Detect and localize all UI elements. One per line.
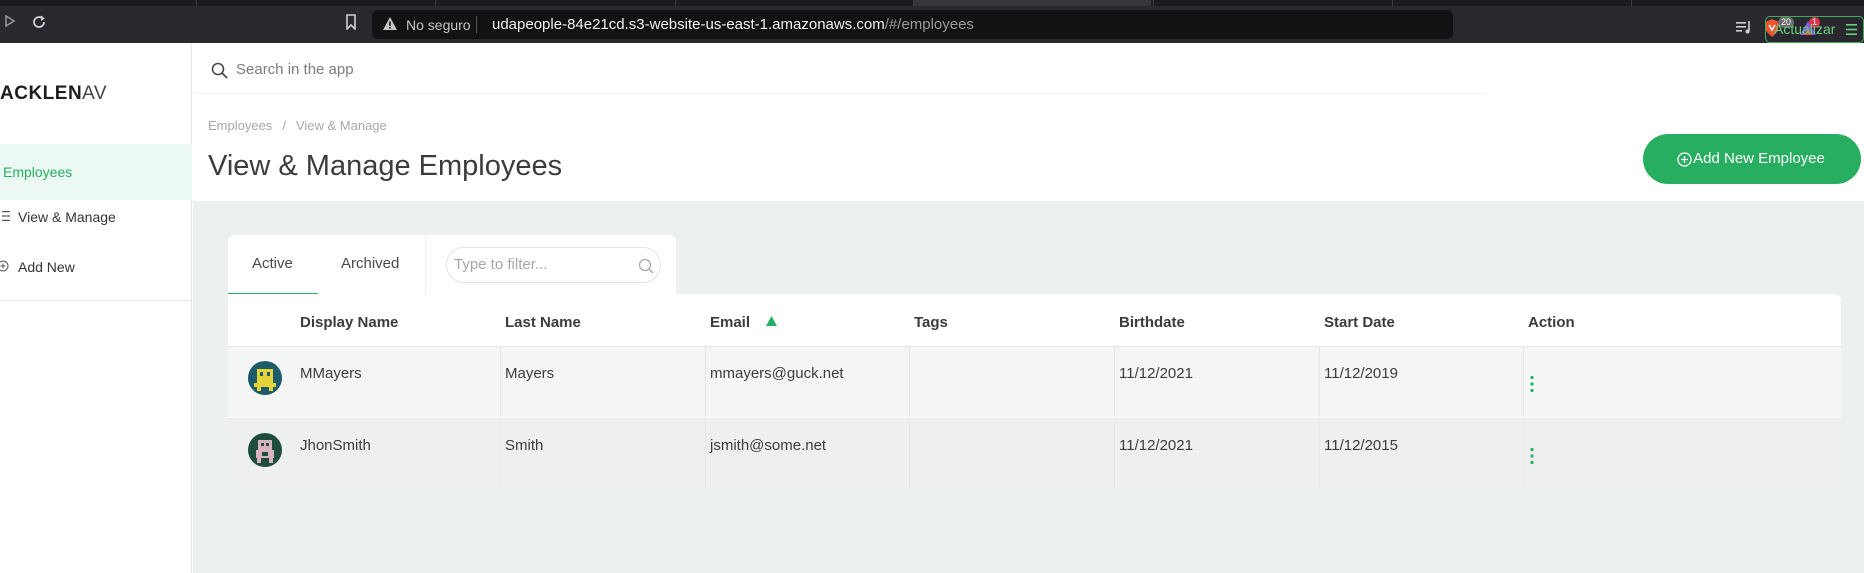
update-button[interactable]: Actualizar [1765, 16, 1864, 43]
column-separator [1523, 347, 1524, 417]
forward-icon[interactable] [0, 14, 20, 34]
url-separator [476, 16, 477, 33]
cell-birthdate: 11/12/2021 [1119, 437, 1193, 454]
column-separator [1523, 419, 1524, 489]
warning-icon[interactable] [382, 16, 398, 32]
insecure-label: No seguro [406, 17, 471, 33]
search-input[interactable]: Search in the app [236, 61, 354, 78]
column-separator [705, 419, 706, 489]
logo: ACKLENAV [0, 83, 108, 104]
sidebar-item-label: Add New [18, 259, 75, 275]
app-search[interactable]: Search in the app [193, 43, 1483, 94]
url-text: udapeople-84e21cd.s3-website-us-east-1.a… [492, 16, 974, 33]
breadcrumb-separator: / [282, 118, 286, 133]
menu-icon [1846, 24, 1857, 35]
column-separator [1114, 419, 1115, 489]
column-header-display-name[interactable]: Display Name [300, 314, 398, 331]
column-separator [1114, 347, 1115, 417]
more-actions-icon[interactable] [1529, 447, 1535, 465]
cell-last-name: Mayers [505, 365, 555, 382]
playlist-icon[interactable] [1735, 20, 1753, 36]
sidebar-item-employees[interactable]: Employees [0, 144, 192, 200]
tabs-divider [425, 235, 426, 296]
avatar [248, 361, 282, 395]
cell-start-date: 11/12/2015 [1324, 437, 1398, 454]
add-new-employee-button[interactable]: Add New Employee [1643, 134, 1861, 184]
tabs-bar: Active Archived Type to filter... [228, 235, 676, 296]
add-circle-icon [0, 260, 9, 272]
cell-birthdate: 11/12/2021 [1119, 365, 1193, 382]
search-icon[interactable] [638, 258, 654, 274]
column-separator [909, 347, 910, 417]
cell-email: jsmith@some.net [710, 437, 827, 454]
column-separator [1319, 347, 1320, 417]
cell-last-name: Smith [505, 437, 544, 454]
browser-toolbar: No seguro udapeople-84e21cd.s3-website-u… [0, 6, 1864, 43]
plus-circle-icon [1677, 152, 1692, 167]
add-new-employee-label: Add New Employee [1693, 150, 1825, 167]
sidebar-divider [0, 300, 192, 301]
cell-start-date: 11/12/2019 [1324, 365, 1398, 382]
column-separator [500, 347, 501, 417]
content-area: Active Archived Type to filter... Displa… [193, 201, 1864, 573]
more-actions-icon[interactable] [1529, 375, 1535, 393]
avatar [248, 433, 282, 467]
address-bar[interactable]: No seguro udapeople-84e21cd.s3-website-u… [372, 10, 1821, 39]
sidebar: ACKLENAV Employees View & Manage Add New [0, 43, 192, 573]
column-separator [909, 419, 910, 489]
sidebar-item-view-manage[interactable]: View & Manage [0, 196, 192, 238]
breadcrumb-item[interactable]: Employees [208, 118, 272, 133]
list-icon [2, 211, 10, 221]
bookmark-icon[interactable] [341, 14, 361, 34]
filter-placeholder: Type to filter... [454, 256, 548, 273]
column-header-tags[interactable]: Tags [914, 314, 948, 331]
column-header-action: Action [1528, 314, 1575, 331]
employees-table: Display Name Last Name Email Tags Birthd… [228, 294, 1841, 489]
breadcrumb-item: View & Manage [295, 118, 387, 133]
search-icon [211, 62, 228, 79]
main-header: Search in the app Employees / View & Manag… [193, 43, 1864, 201]
tab-archived[interactable]: Archived [341, 255, 399, 272]
cell-display-name: MMayers [300, 365, 362, 382]
column-separator [1319, 419, 1320, 489]
column-separator [705, 347, 706, 417]
filter-input[interactable]: Type to filter... [446, 247, 661, 283]
reload-icon[interactable] [29, 14, 49, 34]
column-separator [500, 419, 501, 489]
column-header-birthdate[interactable]: Birthdate [1119, 314, 1185, 331]
cell-email: mmayers@guck.net [710, 365, 844, 382]
breadcrumb: Employees / View & Manage [208, 118, 387, 133]
sort-ascending-icon[interactable] [766, 316, 777, 326]
sidebar-item-label: Employees [3, 164, 73, 180]
table-row[interactable]: MMayers Mayers mmayers@guck.net 11/12/20… [228, 346, 1841, 417]
tab-active[interactable]: Active [252, 255, 293, 272]
column-header-last-name[interactable]: Last Name [505, 314, 581, 331]
column-header-email[interactable]: Email [710, 314, 750, 331]
cell-display-name: JhonSmith [300, 437, 371, 454]
page-title: View & Manage Employees [208, 150, 563, 182]
table-row[interactable]: JhonSmith Smith jsmith@some.net 11/12/20… [228, 418, 1841, 489]
sidebar-item-label: View & Manage [18, 209, 116, 225]
column-header-start-date[interactable]: Start Date [1324, 314, 1395, 331]
sidebar-item-add-new[interactable]: Add New [0, 246, 192, 288]
update-button-label: Actualizar [1774, 21, 1836, 37]
